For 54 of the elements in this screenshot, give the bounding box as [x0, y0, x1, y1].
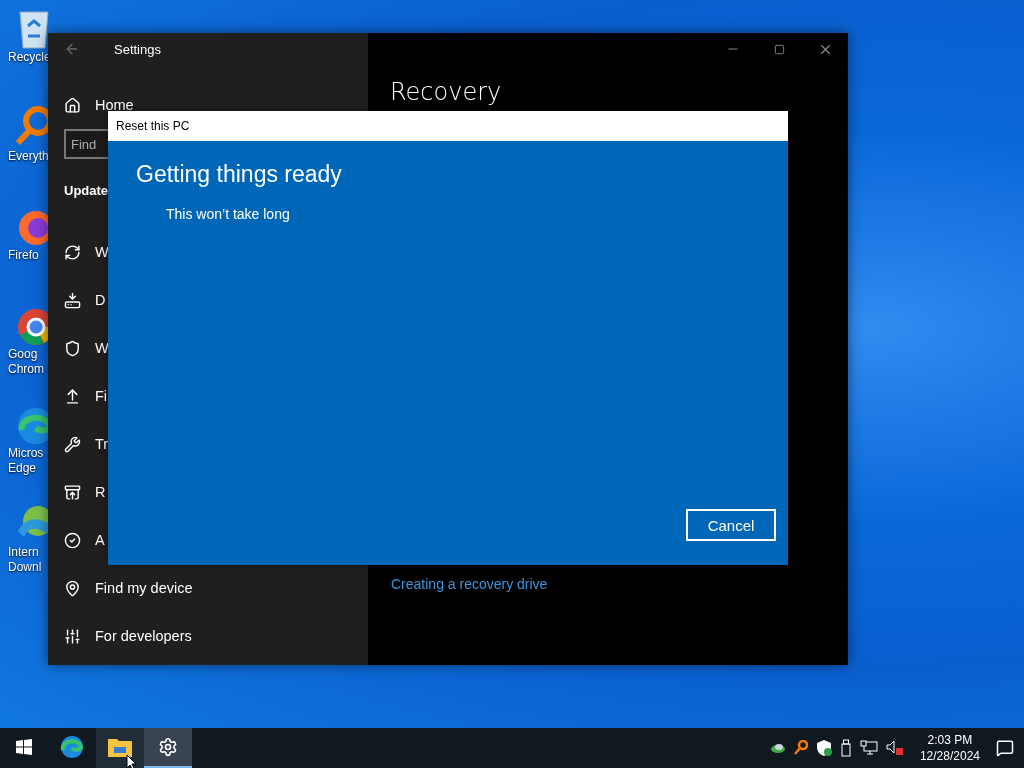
section-heading: Update	[63, 183, 109, 198]
sync-icon	[64, 243, 81, 261]
network-icon	[859, 740, 878, 756]
nav-item[interactable]: Home	[95, 97, 134, 113]
restore-icon	[64, 483, 81, 501]
dialog-title: Reset this PC	[108, 111, 788, 141]
desktop-icon-label[interactable]: Intern	[8, 545, 39, 560]
gear-icon	[158, 737, 178, 757]
nav-item[interactable]: W	[95, 340, 109, 356]
windows-logo-icon	[16, 739, 32, 755]
desktop-icon-label[interactable]: Micros	[8, 446, 44, 461]
nav-item[interactable]: R	[95, 484, 106, 500]
mouse-cursor-icon	[126, 754, 138, 768]
maximize-icon	[773, 43, 785, 55]
magnifier-icon	[793, 740, 808, 756]
folder-icon	[108, 737, 132, 757]
cloud-icon	[769, 742, 786, 754]
wrench-icon	[64, 435, 81, 453]
desktop-icon-label[interactable]: Edge	[8, 461, 37, 476]
dialog-message: This won’t take long	[166, 206, 291, 222]
sliders-icon	[64, 627, 81, 645]
desktop-icon-label[interactable]: Chrom	[8, 362, 44, 377]
desktop-icon-label[interactable]: Everyth	[8, 149, 49, 164]
map-pin-icon	[64, 579, 81, 597]
nav-item[interactable]: For developers	[95, 628, 192, 644]
check-circle-icon	[64, 531, 81, 549]
nav-item[interactable]: Fi	[95, 388, 108, 404]
clock-date[interactable]: 12/28/2024	[919, 748, 980, 764]
desktop-icon-label[interactable]: Goog	[8, 347, 38, 362]
search-field[interactable]: Find	[64, 129, 108, 159]
page-heading: Recovery	[390, 77, 503, 107]
nav-item[interactable]: D	[95, 292, 106, 308]
nav-item[interactable]: Tr	[95, 436, 109, 452]
shield-icon	[64, 339, 81, 357]
nav-item[interactable]: A	[95, 532, 105, 548]
usb-drive-icon	[839, 739, 852, 757]
cancel-button[interactable]: Cancel	[686, 509, 776, 541]
taskbar-button[interactable]	[96, 728, 144, 768]
download-icon	[64, 291, 81, 309]
home-icon	[64, 96, 81, 114]
clock-time[interactable]: 2:03 PM	[927, 732, 973, 748]
desktop-icon-label[interactable]: Firefo	[8, 248, 39, 263]
window-title: Settings	[114, 41, 161, 57]
nav-item[interactable]: W	[95, 244, 109, 260]
dialog-heading: Getting things ready	[136, 161, 343, 188]
recovery-drive-link[interactable]: Creating a recovery drive	[391, 576, 548, 592]
muted-speaker-icon	[885, 740, 904, 756]
notification-icon[interactable]	[996, 739, 1014, 757]
upload-icon	[64, 387, 81, 405]
shield-icon	[815, 740, 832, 756]
nav-item[interactable]: Find my device	[95, 580, 193, 596]
browser-icon	[60, 735, 84, 759]
desktop-icon-label[interactable]: Downl	[8, 560, 42, 575]
taskbar-button[interactable]	[144, 728, 192, 768]
